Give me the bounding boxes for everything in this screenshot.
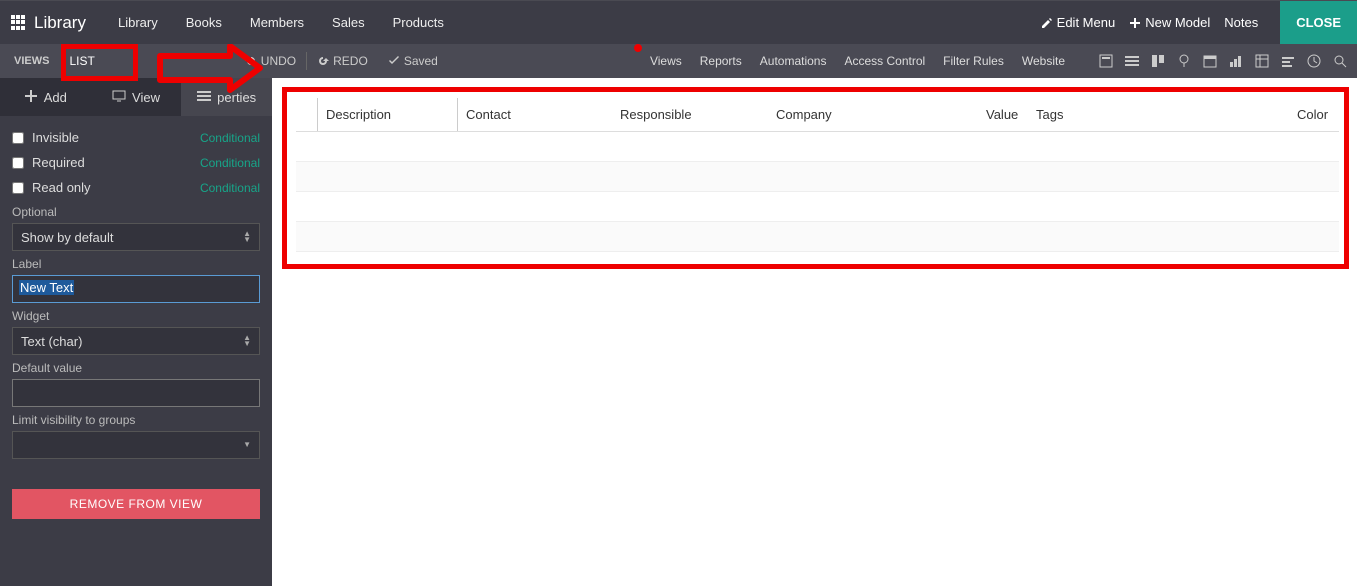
website-link[interactable]: Website [1022,54,1065,68]
table-header: Description Contact Responsible Company … [296,98,1339,132]
col-company[interactable]: Company [768,98,978,131]
menu-members[interactable]: Members [250,15,304,30]
default-label: Default value [12,361,260,375]
menu-products[interactable]: Products [393,15,444,30]
close-button[interactable]: CLOSE [1280,1,1357,44]
clock-icon[interactable] [1307,54,1321,68]
col-tags[interactable]: Tags [1028,98,1288,131]
access-control-link[interactable]: Access Control [844,54,925,68]
undo-icon [245,55,257,67]
redo-icon [317,55,329,67]
invisible-label: Invisible [32,130,79,145]
menu-sales[interactable]: Sales [332,15,365,30]
saved-indicator: Saved [388,54,438,68]
default-input[interactable] [12,379,260,407]
col-color[interactable]: Color [1289,98,1339,131]
optional-value: Show by default [21,230,114,245]
add-tab-label: Add [44,90,67,105]
properties-sidebar: Add View perties Invisible Conditional R… [0,78,272,586]
limit-label: Limit visibility to groups [12,413,260,427]
reports-link[interactable]: Reports [700,54,742,68]
edit-menu-label: Edit Menu [1057,15,1116,30]
caret-icon: ▲▼ [243,335,251,347]
label-input[interactable]: New Text [12,275,260,303]
required-label: Required [32,155,85,170]
redo-label: REDO [333,54,368,68]
map-icon[interactable] [1177,54,1191,68]
plus-icon [1129,17,1141,29]
required-conditional-link[interactable]: Conditional [200,156,260,170]
top-navbar: Library Library Books Members Sales Prod… [0,0,1357,44]
invisible-checkbox[interactable] [12,132,24,144]
readonly-checkbox[interactable] [12,182,24,194]
add-tab[interactable]: Add [0,78,91,116]
widget-value: Text (char) [21,334,82,349]
list-icon [197,89,211,106]
drag-handle-column [296,98,318,131]
view-tab[interactable]: View [91,78,182,116]
apps-icon[interactable] [10,15,26,31]
widget-label: Widget [12,309,260,323]
form-icon[interactable] [1099,54,1113,68]
list-icon[interactable] [1125,54,1139,68]
optional-label: Optional [12,205,260,219]
label-label: Label [12,257,260,271]
redo-button[interactable]: REDO [317,54,368,68]
table-row[interactable] [296,192,1339,222]
table-row[interactable] [296,162,1339,192]
views-label: VIEWS [14,55,49,67]
optional-select[interactable]: Show by default ▲▼ [12,223,260,251]
plus-icon [24,89,38,106]
pencil-icon [1041,17,1053,29]
undo-label: UNDO [261,54,296,68]
menu-books[interactable]: Books [186,15,222,30]
edit-menu-link[interactable]: Edit Menu [1041,15,1116,30]
properties-tab[interactable]: perties [181,78,272,116]
col-value[interactable]: Value [978,98,1028,131]
menu-library[interactable]: Library [118,15,158,30]
label-value: New Text [19,280,74,295]
table-row[interactable] [296,132,1339,162]
automations-link[interactable]: Automations [760,54,827,68]
undo-button[interactable]: UNDO [245,54,296,68]
graph-icon[interactable] [1229,54,1243,68]
views-link[interactable]: Views [650,54,682,68]
chevron-down-icon: ▼ [243,440,251,450]
properties-tab-label: perties [217,90,256,105]
search-icon[interactable] [1333,54,1347,68]
table-row[interactable] [296,222,1339,252]
widget-select[interactable]: Text (char) ▲▼ [12,327,260,355]
kanban-icon[interactable] [1151,54,1165,68]
col-responsible[interactable]: Responsible [612,98,768,131]
col-description[interactable]: Description [318,98,458,131]
notes-link[interactable]: Notes [1224,15,1258,30]
calendar-icon[interactable] [1203,54,1217,68]
check-icon [388,55,400,67]
view-canvas: Description Contact Responsible Company … [272,78,1357,586]
caret-icon: ▲▼ [243,231,251,243]
brand-label: Library [34,13,86,33]
col-contact[interactable]: Contact [458,98,612,131]
limit-select[interactable]: ▼ [12,431,260,459]
invisible-conditional-link[interactable]: Conditional [200,131,260,145]
pivot-icon[interactable] [1255,54,1269,68]
list-table: Description Contact Responsible Company … [296,98,1339,252]
required-checkbox[interactable] [12,157,24,169]
filter-rules-link[interactable]: Filter Rules [943,54,1004,68]
readonly-conditional-link[interactable]: Conditional [200,181,260,195]
remove-from-view-button[interactable]: REMOVE FROM VIEW [12,489,260,519]
view-tab-label: View [132,90,160,105]
monitor-icon [112,89,126,106]
activity-icon[interactable] [1281,54,1295,68]
new-model-link[interactable]: New Model [1129,15,1210,30]
list-tab[interactable]: LIST [59,48,104,74]
readonly-label: Read only [32,180,91,195]
saved-label: Saved [404,54,438,68]
editor-toolbar: VIEWS LIST UNDO REDO Saved Views Reports… [0,44,1357,78]
new-model-label: New Model [1145,15,1210,30]
